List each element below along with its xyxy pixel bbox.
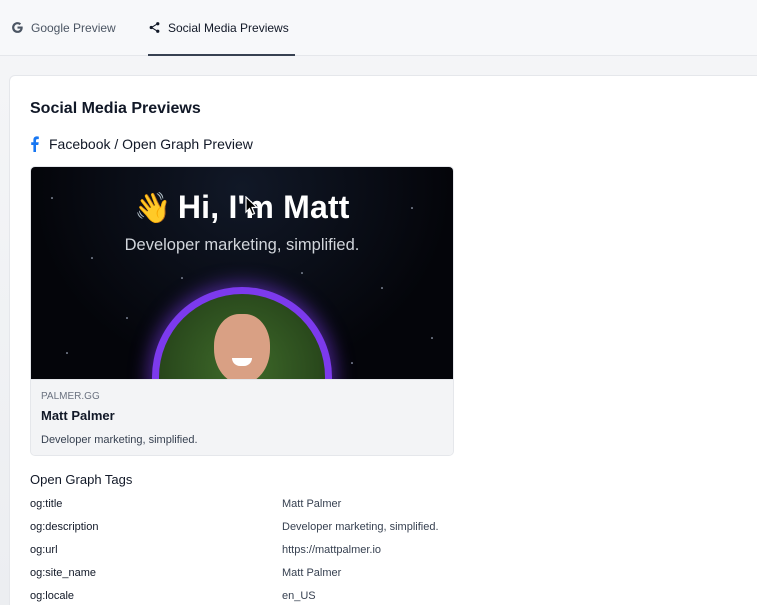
og-tag-row: og:url https://mattpalmer.io <box>30 542 490 565</box>
og-tag-row: og:site_name Matt Palmer <box>30 565 490 588</box>
star-dot <box>91 257 93 259</box>
og-tag-row: og:locale en_US <box>30 588 490 605</box>
og-tag-row: og:description Developer marketing, simp… <box>30 519 490 542</box>
og-domain: PALMER.GG <box>41 391 100 402</box>
og-tags-list: og:title Matt Palmer og:description Deve… <box>30 496 490 605</box>
og-tags-title: Open Graph Tags <box>30 472 133 487</box>
og-tag-value: Developer marketing, simplified. <box>282 521 439 533</box>
og-description: Developer marketing, simplified. <box>41 434 198 446</box>
social-previews-card: Social Media Previews Facebook / Open Gr… <box>9 75 757 605</box>
face-shape <box>214 314 270 379</box>
tab-google-preview[interactable]: Google Preview <box>11 0 116 55</box>
og-tag-row: og:title Matt Palmer <box>30 496 490 519</box>
star-dot <box>66 352 68 354</box>
mouse-pointer-icon <box>245 195 259 221</box>
og-tag-value: https://mattpalmer.io <box>282 544 382 556</box>
tab-label: Social Media Previews <box>168 20 289 35</box>
headline-text: Hi, I'm Matt <box>177 189 350 225</box>
og-title: Matt Palmer <box>41 408 115 423</box>
waving-hand-icon: 👋 <box>134 192 172 225</box>
star-dot <box>381 287 383 289</box>
star-dot <box>351 362 353 364</box>
tab-bar: Google Preview Social Media Previews <box>0 0 757 56</box>
facebook-preview-heading: Facebook / Open Graph Preview <box>30 136 253 152</box>
og-image-subheadline: Developer marketing, simplified. <box>124 236 360 254</box>
smile-shape <box>232 358 252 366</box>
og-tag-key: og:url <box>30 544 58 556</box>
facebook-heading-label: Facebook / Open Graph Preview <box>49 136 253 152</box>
google-icon <box>11 21 24 34</box>
og-image: 👋 Hi, I'm Matt Developer marketing, simpl… <box>31 167 453 379</box>
star-dot <box>431 337 433 339</box>
og-tag-key: og:locale <box>30 590 75 602</box>
facebook-icon <box>30 136 39 152</box>
og-tag-value: Matt Palmer <box>282 498 342 510</box>
og-tag-key: og:site_name <box>30 567 97 579</box>
page: Google Preview Social Media Previews Soc… <box>0 0 757 605</box>
star-dot <box>301 272 303 274</box>
og-tag-value: Matt Palmer <box>282 567 342 579</box>
tab-social-media-previews[interactable]: Social Media Previews <box>148 0 295 56</box>
og-image-headline: 👋 Hi, I'm Matt <box>31 189 453 226</box>
og-tag-key: og:title <box>30 498 63 510</box>
star-dot <box>126 317 128 319</box>
og-tag-key: og:description <box>30 521 99 533</box>
og-tag-value: en_US <box>282 590 316 602</box>
section-title: Social Media Previews <box>30 100 201 117</box>
star-dot <box>181 277 183 279</box>
og-meta: PALMER.GG Matt Palmer Developer marketin… <box>31 379 453 455</box>
facebook-link-preview[interactable]: 👋 Hi, I'm Matt Developer marketing, simpl… <box>30 166 454 456</box>
tab-label: Google Preview <box>31 20 116 35</box>
share-icon <box>148 21 161 34</box>
